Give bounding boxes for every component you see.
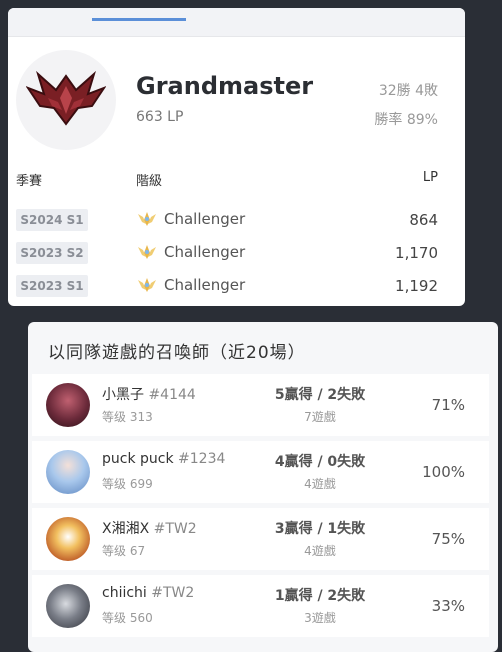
tier-name: Grandmaster	[136, 72, 314, 100]
history-header: 季賽 階級 LP	[8, 170, 465, 194]
challenger-icon	[138, 278, 156, 292]
win-loss: 3贏得 / 1失敗	[274, 521, 366, 537]
teammate-row[interactable]: puck puck #1234 等级 699 4贏得 / 0失敗 4遊戲 100…	[32, 441, 489, 503]
summoner-level: 等级 560	[102, 611, 153, 625]
rank-emblem	[16, 50, 116, 150]
summoner-tag: #4144	[148, 387, 196, 403]
season-badge: S2024 S1	[16, 209, 88, 231]
history-lp: 1,192	[395, 277, 438, 295]
history-tier: Challenger	[136, 243, 245, 261]
teammates-card: 以同隊遊戲的召喚師（近20場） 小黑子 #4144 等级 313 5贏得 / 2…	[28, 322, 498, 652]
summoner-name[interactable]: puck puck #1234	[102, 451, 225, 467]
win-loss: 5贏得 / 2失敗	[274, 387, 366, 403]
challenger-icon	[138, 212, 156, 226]
summoner-name-text: X湘湘X	[102, 521, 150, 537]
tier-header: 階級	[136, 174, 163, 189]
games-count: 4遊戲	[304, 544, 336, 558]
summoner-tag: #TW2	[151, 585, 195, 601]
games-count: 4遊戲	[304, 477, 336, 491]
win-percent: 33%	[431, 597, 465, 615]
summoner-name[interactable]: X湘湘X #TW2	[102, 518, 197, 538]
win-percent: 75%	[431, 530, 465, 548]
summoner-level: 等级 313	[102, 410, 153, 424]
history-row: S2023 S2 Challenger 1,170	[8, 239, 465, 267]
season-badge: S2023 S1	[16, 275, 88, 297]
teammate-row[interactable]: X湘湘X #TW2 等级 67 3贏得 / 1失敗 4遊戲 75%	[32, 508, 489, 570]
avatar[interactable]	[46, 450, 90, 494]
summoner-name[interactable]: 小黑子 #4144	[102, 384, 196, 404]
active-tab-indicator[interactable]	[92, 18, 186, 21]
win-percent: 100%	[422, 463, 465, 481]
history-row: S2023 S1 Challenger 1,192	[8, 272, 465, 300]
rank-card: Grandmaster 663 LP 32勝 4敗 勝率 89% 季賽 階級 L…	[8, 8, 465, 306]
teammate-row[interactable]: chiichi #TW2 等级 560 1贏得 / 2失敗 3遊戲 33%	[32, 575, 489, 637]
history-tier: Challenger	[136, 210, 245, 228]
history-tier: Challenger	[136, 276, 245, 294]
summoner-tag: #1234	[178, 451, 226, 467]
history-tier-label: Challenger	[164, 210, 246, 228]
history-tier-label: Challenger	[164, 243, 246, 261]
history-row: S2024 S1 Challenger 864	[8, 206, 465, 234]
avatar[interactable]	[46, 383, 90, 427]
avatar[interactable]	[46, 584, 90, 628]
season-header: 季賽	[16, 174, 43, 189]
teammates-title: 以同隊遊戲的召喚師（近20場）	[48, 343, 306, 363]
win-percent: 71%	[431, 396, 465, 414]
season-badge: S2023 S2	[16, 242, 88, 264]
tier-lp: 663 LP	[136, 109, 184, 125]
grandmaster-emblem-icon	[26, 70, 106, 126]
challenger-icon	[138, 245, 156, 259]
summoner-name-text: chiichi	[102, 585, 147, 601]
history-lp: 1,170	[395, 244, 438, 262]
summoner-level: 等级 67	[102, 544, 146, 558]
avatar[interactable]	[46, 517, 90, 561]
games-count: 7遊戲	[304, 410, 336, 424]
summoner-name-text: puck puck	[102, 451, 174, 467]
win-loss: 4贏得 / 0失敗	[274, 454, 366, 470]
summoner-tag: #TW2	[153, 521, 197, 537]
divider	[8, 36, 465, 37]
win-loss-record: 32勝 4敗	[378, 83, 438, 99]
summoner-name[interactable]: chiichi #TW2	[102, 585, 194, 601]
summoner-name-text: 小黑子	[102, 387, 144, 403]
win-rate: 勝率 89%	[374, 112, 438, 128]
history-lp: 864	[409, 211, 438, 229]
tab-strip	[8, 8, 465, 36]
history-tier-label: Challenger	[164, 276, 246, 294]
lp-header: LP	[422, 170, 438, 185]
games-count: 3遊戲	[304, 611, 336, 625]
summoner-level: 等级 699	[102, 477, 153, 491]
win-loss: 1贏得 / 2失敗	[274, 588, 366, 604]
teammate-row[interactable]: 小黑子 #4144 等级 313 5贏得 / 2失敗 7遊戲 71%	[32, 374, 489, 436]
